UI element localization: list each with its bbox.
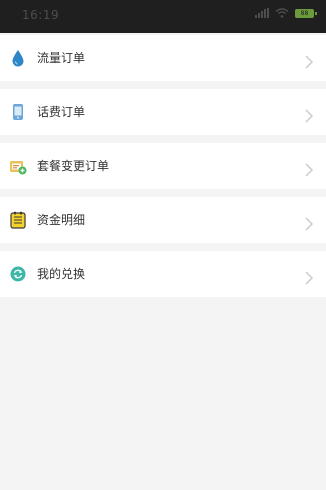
menu-item-label: 资金明细 [37, 213, 86, 227]
signal-icon [255, 8, 269, 18]
menu-item-plan-change-orders[interactable]: 套餐变更订单 [0, 143, 326, 189]
menu-item-my-exchange[interactable]: 我的兑换 [0, 251, 326, 297]
menu-item-label: 我的兑换 [37, 267, 86, 281]
status-indicators: 88 [255, 8, 317, 18]
package-change-icon [9, 157, 27, 175]
battery-icon: 88 [295, 8, 317, 18]
menu-item-label: 话费订单 [37, 105, 86, 119]
chevron-right-icon [305, 163, 313, 177]
water-drop-icon [9, 49, 27, 67]
phone-icon [9, 103, 27, 121]
notepad-icon [9, 211, 27, 229]
chevron-right-icon [305, 217, 313, 231]
menu-item-fund-details[interactable]: 资金明细 [0, 197, 326, 243]
menu-item-label: 流量订单 [37, 51, 86, 65]
exchange-icon [9, 265, 27, 283]
status-time: 16:19 [22, 8, 60, 22]
chevron-right-icon [305, 55, 313, 69]
chevron-right-icon [305, 271, 313, 285]
wifi-icon [275, 8, 289, 18]
chevron-right-icon [305, 109, 313, 123]
menu-item-data-orders[interactable]: 流量订单 [0, 35, 326, 81]
status-bar: 16:19 88 [0, 0, 326, 33]
order-menu: 流量订单 话费订单 套餐变更订单 资金明细 我的兑换 [0, 35, 326, 297]
menu-item-label: 套餐变更订单 [37, 159, 110, 173]
menu-item-phone-orders[interactable]: 话费订单 [0, 89, 326, 135]
